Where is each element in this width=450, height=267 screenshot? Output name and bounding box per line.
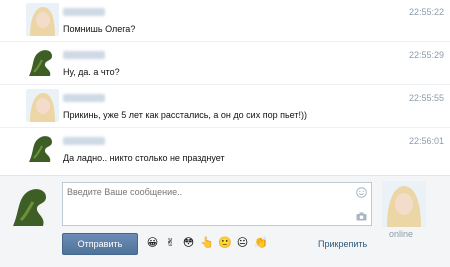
compose-area: Введите Ваше сообщение.. online Отправит…: [0, 175, 450, 267]
emoji-bar: 😀 ✌ 😳 👆 🙂 😐 👏: [146, 236, 268, 252]
message-text: Прикинь, уже 5 лет как расстались, а он …: [63, 110, 307, 120]
emoji-peace[interactable]: ✌: [164, 236, 177, 250]
emoji-flushed[interactable]: 😳: [182, 236, 195, 250]
message-time: 22:55:22: [408, 7, 444, 17]
emoji-neutral[interactable]: 😐: [236, 236, 249, 250]
avatar-dino[interactable]: [26, 46, 59, 79]
message-text: Да ладно.. никто столько не празднует: [63, 153, 225, 163]
message-item: Ну, да. а что? 22:55:29: [0, 43, 450, 85]
message-item: Прикинь, уже 5 лет как расстались, а он …: [0, 86, 450, 128]
avatar-female[interactable]: [26, 3, 59, 36]
message-text: Помнишь Олега?: [63, 24, 136, 34]
peer-status: online: [389, 229, 414, 239]
emoji-smile[interactable]: 🙂: [218, 236, 232, 250]
message-text: Ну, да. а что?: [63, 67, 120, 77]
message-time: 22:56:01: [408, 136, 444, 146]
avatar-dino[interactable]: [26, 132, 59, 165]
camera-icon[interactable]: [356, 212, 367, 221]
message-list: Помнишь Олега? 22:55:22 Ну, да. а что? 2…: [0, 0, 450, 175]
my-avatar[interactable]: [11, 184, 55, 228]
emoji-clap[interactable]: 👏: [254, 236, 268, 250]
avatar-female[interactable]: [26, 89, 59, 122]
sender-name[interactable]: [63, 137, 105, 145]
message-time: 22:55:55: [408, 93, 444, 103]
send-button[interactable]: Отправить: [62, 233, 138, 255]
smile-icon[interactable]: [356, 187, 367, 198]
emoji-point-up[interactable]: 👆: [200, 236, 214, 250]
message-input-placeholder: Введите Ваше сообщение..: [67, 187, 183, 197]
message-time: 22:55:29: [408, 50, 444, 60]
attach-link[interactable]: Прикрепить: [318, 239, 367, 249]
message-item: Помнишь Олега? 22:55:22: [0, 0, 450, 42]
peer-avatar[interactable]: [382, 181, 426, 227]
sender-name[interactable]: [63, 8, 105, 16]
emoji-grin[interactable]: 😀: [146, 236, 159, 250]
sender-name[interactable]: [63, 94, 105, 102]
message-input[interactable]: Введите Ваше сообщение..: [62, 182, 372, 226]
sender-name[interactable]: [63, 51, 105, 59]
message-item: Да ладно.. никто столько не празднует 22…: [0, 129, 450, 171]
